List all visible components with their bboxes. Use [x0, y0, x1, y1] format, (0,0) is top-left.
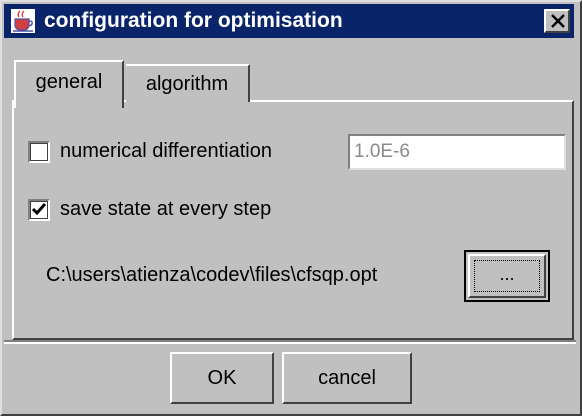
file-path-label: C:\users\atienza\codev\files\cfsqp.opt — [46, 264, 378, 286]
java-cup-icon — [10, 8, 36, 34]
browse-button[interactable]: ... — [464, 250, 550, 302]
save-state-checkbox[interactable] — [28, 199, 50, 221]
ok-button[interactable]: OK — [170, 352, 274, 404]
save-state-label: save state at every step — [60, 198, 272, 220]
numerical-differentiation-label: numerical differentiation — [60, 140, 272, 162]
close-icon — [551, 14, 565, 28]
browse-button-label: ... — [474, 260, 540, 292]
cancel-button[interactable]: cancel — [282, 352, 412, 404]
window-title: configuration for optimisation — [44, 9, 343, 32]
tab-algorithm[interactable]: algorithm — [126, 64, 250, 102]
differentiation-step-field[interactable]: 1.0E-6 — [348, 134, 566, 170]
title-bar[interactable]: configuration for optimisation — [4, 4, 574, 38]
checkmark-icon — [31, 203, 47, 216]
divider-highlight — [4, 342, 576, 344]
tab-panel-join — [16, 100, 122, 104]
close-button[interactable] — [544, 9, 570, 33]
numerical-differentiation-checkbox[interactable] — [28, 141, 50, 163]
